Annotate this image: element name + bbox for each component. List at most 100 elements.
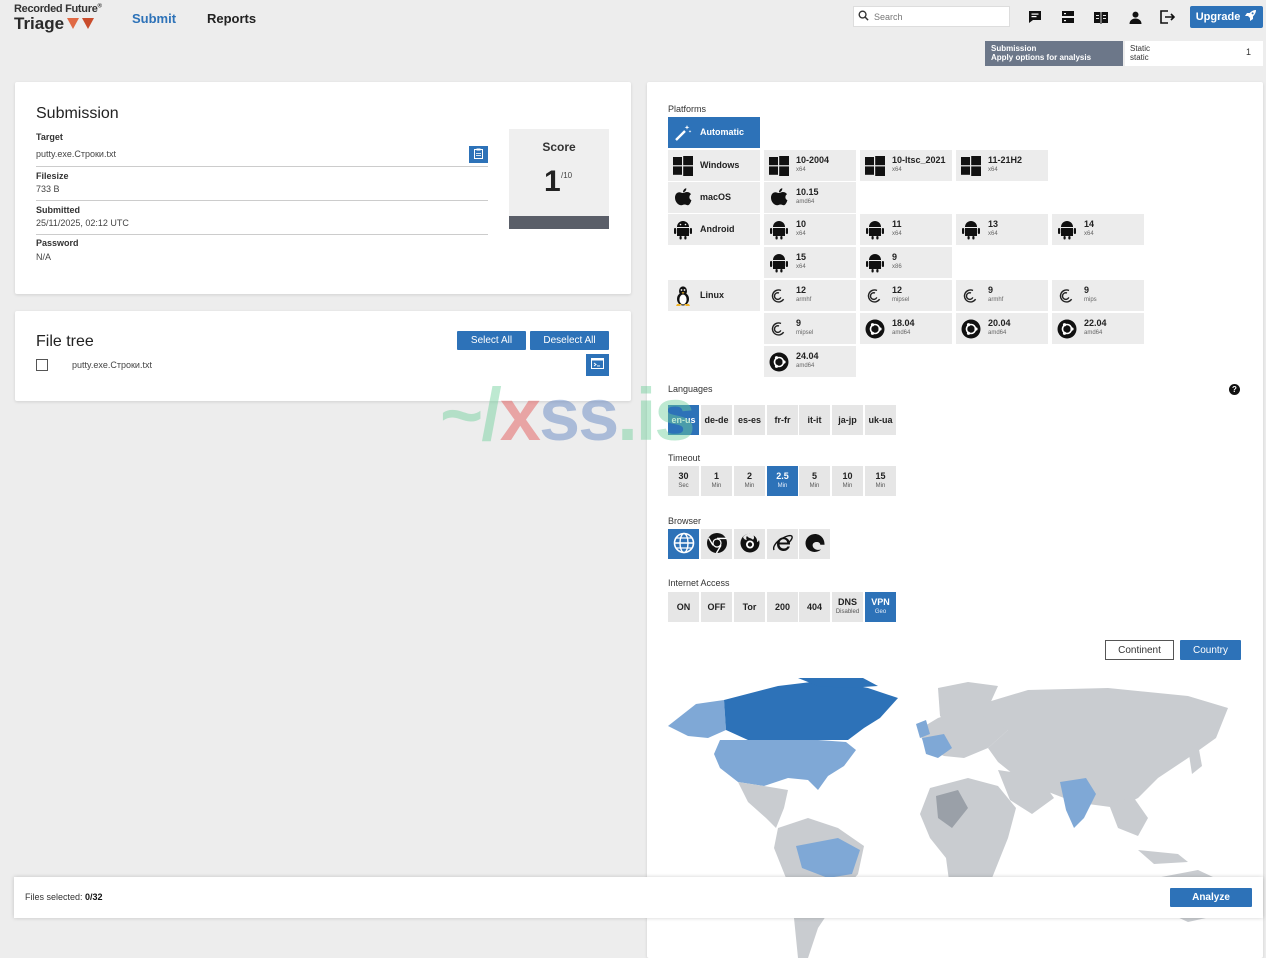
timeout-option[interactable]: 30 Sec bbox=[668, 466, 699, 496]
score-bar bbox=[509, 216, 609, 229]
server-icon[interactable] bbox=[1060, 9, 1076, 25]
platform-version[interactable]: 10 x64 bbox=[764, 214, 856, 245]
filesize-value: 733 B bbox=[36, 184, 60, 194]
platform-version[interactable]: 15 x64 bbox=[764, 247, 856, 278]
submission-status-badge[interactable]: Submission Apply options for analysis bbox=[985, 41, 1123, 66]
language-option[interactable]: ja-jp bbox=[832, 405, 863, 435]
static-subtitle: static bbox=[1130, 53, 1149, 62]
version-name: 9 bbox=[892, 252, 898, 262]
timeout-option[interactable]: 2 Min bbox=[734, 466, 765, 496]
language-option[interactable]: de-de bbox=[701, 405, 732, 435]
timeout-option[interactable]: 10 Min bbox=[832, 466, 863, 496]
nav-submit[interactable]: Submit bbox=[132, 11, 176, 26]
version-name: 10 bbox=[796, 219, 807, 229]
platform-version[interactable]: 14 x64 bbox=[1052, 214, 1144, 245]
platform-version[interactable]: 13 x64 bbox=[956, 214, 1048, 245]
version-arch: x64 bbox=[892, 167, 902, 173]
platform-version[interactable]: 10-ltsc_2021 x64 bbox=[860, 150, 952, 181]
internet-unit: Disabled bbox=[835, 608, 860, 615]
browser-edge[interactable] bbox=[799, 529, 830, 559]
platform-version[interactable]: 9 mips bbox=[1052, 280, 1144, 311]
platform-version[interactable]: 10.15 amd64 bbox=[764, 182, 856, 213]
help-icon[interactable]: ? bbox=[1229, 384, 1240, 395]
select-all-button[interactable]: Select All bbox=[457, 331, 526, 350]
ubuntu-icon bbox=[960, 318, 982, 340]
version-arch: x64 bbox=[1084, 231, 1094, 237]
copy-target-button[interactable] bbox=[469, 146, 488, 163]
target-label: Target bbox=[36, 132, 63, 142]
timeout-option[interactable]: 15 Min bbox=[865, 466, 896, 496]
map-india bbox=[1060, 778, 1096, 828]
search-input[interactable] bbox=[874, 11, 1004, 22]
continent-button[interactable]: Continent bbox=[1105, 640, 1174, 660]
platform-version[interactable]: 12 armhf bbox=[764, 280, 856, 311]
deselect-all-button[interactable]: Deselect All bbox=[530, 331, 609, 350]
internet-option[interactable]: OFF bbox=[701, 592, 732, 622]
files-selected: Files selected: 0/32 bbox=[25, 892, 103, 902]
platform-version[interactable]: 12 mipsel bbox=[860, 280, 952, 311]
platform-version[interactable]: 10-2004 x64 bbox=[764, 150, 856, 181]
platform-version[interactable]: 24.04 amd64 bbox=[764, 346, 856, 377]
platform-linux[interactable]: Linux bbox=[668, 280, 760, 311]
chat-icon[interactable] bbox=[1027, 9, 1043, 25]
internet-option[interactable]: DNS Disabled bbox=[832, 592, 863, 622]
password-label: Password bbox=[36, 238, 79, 248]
platform-version[interactable]: 22.04 amd64 bbox=[1052, 313, 1144, 344]
platform-version[interactable]: 11-21H2 x64 bbox=[956, 150, 1048, 181]
language-option[interactable]: fr-fr bbox=[767, 405, 798, 435]
browser-ie[interactable] bbox=[767, 529, 798, 559]
target-value: putty.exe.Строки.txt bbox=[36, 149, 116, 159]
timeout-option[interactable]: 5 Min bbox=[799, 466, 830, 496]
timeout-option[interactable]: 1 Min bbox=[701, 466, 732, 496]
language-option[interactable]: es-es bbox=[734, 405, 765, 435]
nav-reports[interactable]: Reports bbox=[207, 11, 256, 26]
score-box: Score 1 /10 bbox=[509, 129, 609, 229]
platform-version[interactable]: 20.04 amd64 bbox=[956, 313, 1048, 344]
internet-option[interactable]: Tor bbox=[734, 592, 765, 622]
version-arch: x86 bbox=[892, 264, 902, 270]
browser-firefox[interactable] bbox=[734, 529, 765, 559]
country-button[interactable]: Country bbox=[1180, 640, 1241, 660]
platform-version[interactable]: 11 x64 bbox=[860, 214, 952, 245]
timeout-label: Timeout bbox=[668, 453, 701, 463]
search-box[interactable] bbox=[853, 6, 1010, 27]
platform-automatic[interactable]: Automatic bbox=[668, 117, 760, 148]
platform-version[interactable]: 9 x86 bbox=[860, 247, 952, 278]
static-analysis-box[interactable]: Static static 1 bbox=[1125, 41, 1263, 66]
ubuntu-icon bbox=[768, 351, 790, 373]
language-option[interactable]: en-us bbox=[668, 405, 699, 435]
internet-option[interactable]: VPN Geo bbox=[865, 592, 896, 622]
open-terminal-button[interactable] bbox=[586, 354, 609, 376]
version-name: 18.04 bbox=[892, 318, 915, 328]
internet-option[interactable]: 200 bbox=[767, 592, 798, 622]
language-option[interactable]: uk-ua bbox=[865, 405, 896, 435]
platform-android[interactable]: Android bbox=[668, 214, 760, 245]
timeout-value: 30 bbox=[678, 470, 689, 481]
internet-option[interactable]: 404 bbox=[799, 592, 830, 622]
platform-version[interactable]: 9 armhf bbox=[956, 280, 1048, 311]
platform-windows[interactable]: Windows bbox=[668, 150, 760, 181]
ie-icon bbox=[772, 532, 794, 556]
user-icon[interactable] bbox=[1127, 9, 1143, 25]
upgrade-button[interactable]: Upgrade bbox=[1190, 6, 1263, 28]
file-checkbox[interactable] bbox=[36, 359, 48, 371]
footer-bar: Files selected: 0/32 Analyze bbox=[14, 877, 1263, 918]
timeout-option[interactable]: 2.5 Min bbox=[767, 466, 798, 496]
platform-version[interactable]: 18.04 amd64 bbox=[860, 313, 952, 344]
default-browser-icon bbox=[673, 532, 695, 556]
platform-version[interactable]: 9 mipsel bbox=[764, 313, 856, 344]
browser-chrome[interactable] bbox=[701, 529, 732, 559]
language-option[interactable]: it-it bbox=[799, 405, 830, 435]
internet-option[interactable]: ON bbox=[668, 592, 699, 622]
docs-book-icon[interactable] bbox=[1093, 9, 1109, 25]
map-canada bbox=[724, 680, 898, 740]
browser-default[interactable] bbox=[668, 529, 699, 559]
logout-icon[interactable] bbox=[1159, 9, 1175, 25]
analyze-button[interactable]: Analyze bbox=[1170, 888, 1252, 907]
platform-macos[interactable]: macOS bbox=[668, 182, 760, 213]
internet-value: 404 bbox=[806, 601, 823, 612]
logo[interactable]: Recorded Future® Triage bbox=[14, 3, 102, 32]
internet-value: DNS bbox=[837, 596, 857, 607]
file-tree-item[interactable]: putty.exe.Строки.txt bbox=[72, 360, 152, 370]
map-mexico bbox=[738, 782, 788, 828]
